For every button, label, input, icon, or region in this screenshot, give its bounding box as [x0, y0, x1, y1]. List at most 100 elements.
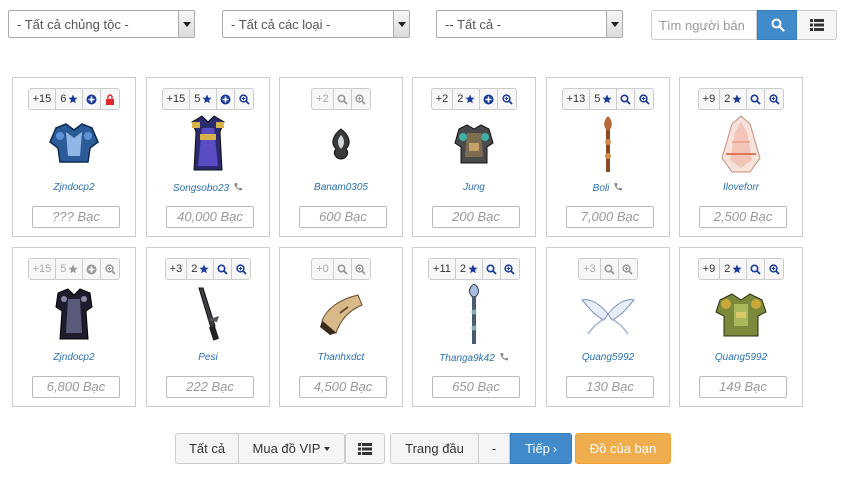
- item-image[interactable]: [13, 112, 135, 176]
- all-button[interactable]: Tất cả: [175, 433, 239, 464]
- search-icon: [750, 263, 761, 275]
- zoom-button[interactable]: [765, 259, 783, 279]
- star-rating: 5: [56, 259, 84, 279]
- item-card[interactable]: +13 5 Boli 7,000 Bạc: [546, 77, 670, 237]
- badge-group: +13 5: [561, 88, 655, 110]
- item-image[interactable]: [413, 112, 535, 176]
- zoom-button[interactable]: [498, 89, 516, 109]
- add-button[interactable]: [480, 89, 499, 109]
- zoom-button[interactable]: [232, 259, 250, 279]
- zoom-button[interactable]: [101, 259, 119, 279]
- view-button[interactable]: [601, 259, 619, 279]
- item-card[interactable]: +15 5 Zjndocp2 6,800 Bạc: [12, 247, 136, 407]
- zoom-button[interactable]: [352, 259, 370, 279]
- item-card[interactable]: +9 2 Quang5992 149 Bạc: [679, 247, 803, 407]
- add-button[interactable]: [217, 89, 236, 109]
- badge-group: +2 2: [430, 88, 518, 110]
- seller-link[interactable]: Thanhxdct: [318, 352, 365, 363]
- upgrade-level: +11: [429, 259, 456, 279]
- item-card[interactable]: +2 2 Jung 200 Bạc: [412, 77, 536, 237]
- item-image[interactable]: [680, 282, 802, 346]
- race-select[interactable]: - Tất cả chủng tộc -: [8, 10, 195, 38]
- star-rating: 2: [456, 259, 483, 279]
- item-image[interactable]: [13, 282, 135, 346]
- star-count: 2: [191, 263, 198, 275]
- view-button[interactable]: [334, 259, 352, 279]
- next-page-button[interactable]: Tiếp ›: [510, 433, 572, 464]
- zoom-in-icon: [236, 263, 247, 275]
- zoom-button[interactable]: [765, 89, 783, 109]
- item-card[interactable]: +9 2 Iloveforr 2,500 Bạc: [679, 77, 803, 237]
- view-button[interactable]: [747, 259, 766, 279]
- seller-link[interactable]: Quang5992: [582, 352, 634, 363]
- zoom-button[interactable]: [352, 89, 370, 109]
- view-button[interactable]: [214, 259, 233, 279]
- item-badges: +2 2: [413, 88, 535, 110]
- upgrade-level: +3: [579, 259, 601, 279]
- item-badges: +0: [280, 258, 402, 280]
- item-image[interactable]: [413, 282, 535, 346]
- item-badges: +9 2: [680, 88, 802, 110]
- search-button[interactable]: [757, 10, 797, 40]
- chevron-down-icon: [606, 11, 622, 37]
- seller-link[interactable]: Pesi: [198, 352, 217, 363]
- item-image[interactable]: [147, 112, 269, 176]
- view-button[interactable]: [483, 259, 501, 279]
- badge-group: +2: [311, 88, 371, 110]
- lock-badge: [101, 89, 119, 109]
- item-image[interactable]: [547, 112, 669, 176]
- add-circle-icon: [86, 94, 97, 104]
- other-select[interactable]: -- Tất cả -: [436, 10, 623, 38]
- page-dash: -: [491, 441, 497, 456]
- badge-group: +11 2: [428, 258, 520, 280]
- vip-dropdown-button[interactable]: Mua đồ VIP: [238, 433, 345, 464]
- price-box: 40,000 Bạc: [166, 206, 254, 228]
- all-button-label: Tất cả: [188, 441, 226, 456]
- star-icon: [468, 264, 478, 274]
- seller-link[interactable]: Songsobo23: [173, 183, 229, 194]
- item-image[interactable]: [147, 282, 269, 346]
- seller-link[interactable]: Quang5992: [715, 352, 767, 363]
- add-button[interactable]: [83, 89, 102, 109]
- zoom-button[interactable]: [635, 89, 653, 109]
- seller-search-input[interactable]: [651, 10, 757, 40]
- item-card[interactable]: +3 Quang5992 130 Bạc: [546, 247, 670, 407]
- item-card[interactable]: +0 Thanhxdct 4,500 Bạc: [279, 247, 403, 407]
- seller-link[interactable]: Banam0305: [314, 182, 368, 193]
- item-card[interactable]: +15 6 Zjndocp2 ??? Bạc: [12, 77, 136, 237]
- item-card[interactable]: +2 Banam0305 600 Bạc: [279, 77, 403, 237]
- add-button[interactable]: [83, 259, 102, 279]
- view-button[interactable]: [617, 89, 636, 109]
- item-image[interactable]: [280, 112, 402, 176]
- list-view-toggle[interactable]: [345, 433, 385, 464]
- item-image[interactable]: [280, 282, 402, 346]
- type-select[interactable]: - Tất cả các loại -: [222, 10, 410, 38]
- upgrade-level: +2: [312, 89, 334, 109]
- item-badges: +11 2: [413, 258, 535, 280]
- seller-link[interactable]: Zjndocp2: [53, 182, 94, 193]
- seller-link[interactable]: Zjndocp2: [53, 352, 94, 363]
- item-card[interactable]: +15 5 Songsobo23 40,000 Bạc: [146, 77, 270, 237]
- view-button[interactable]: [747, 89, 766, 109]
- zoom-button[interactable]: [501, 259, 519, 279]
- star-count: 5: [60, 263, 67, 275]
- zoom-button[interactable]: [235, 89, 253, 109]
- view-button[interactable]: [334, 89, 352, 109]
- search-icon: [337, 263, 348, 275]
- seller-link[interactable]: Iloveforr: [723, 182, 759, 193]
- item-card[interactable]: +3 2 Pesi 222 Bạc: [146, 247, 270, 407]
- zoom-button[interactable]: [619, 259, 637, 279]
- first-page-button[interactable]: Trang đầu: [390, 433, 479, 464]
- item-image[interactable]: [547, 282, 669, 346]
- item-image[interactable]: [680, 112, 802, 176]
- item-card[interactable]: +11 2 Thanga9k42 650 Bạc: [412, 247, 536, 407]
- item-badges: +13 5: [547, 88, 669, 110]
- seller-link[interactable]: Thanga9k42: [439, 353, 495, 364]
- item-badges: +15 6: [13, 88, 135, 110]
- my-items-button[interactable]: Đồ của bạn: [575, 433, 671, 464]
- badge-group: +3 2: [164, 258, 252, 280]
- list-view-button[interactable]: [797, 10, 837, 40]
- upgrade-level: +15: [163, 89, 191, 109]
- seller-link[interactable]: Boli: [593, 183, 610, 194]
- seller-link[interactable]: Jung: [463, 182, 485, 193]
